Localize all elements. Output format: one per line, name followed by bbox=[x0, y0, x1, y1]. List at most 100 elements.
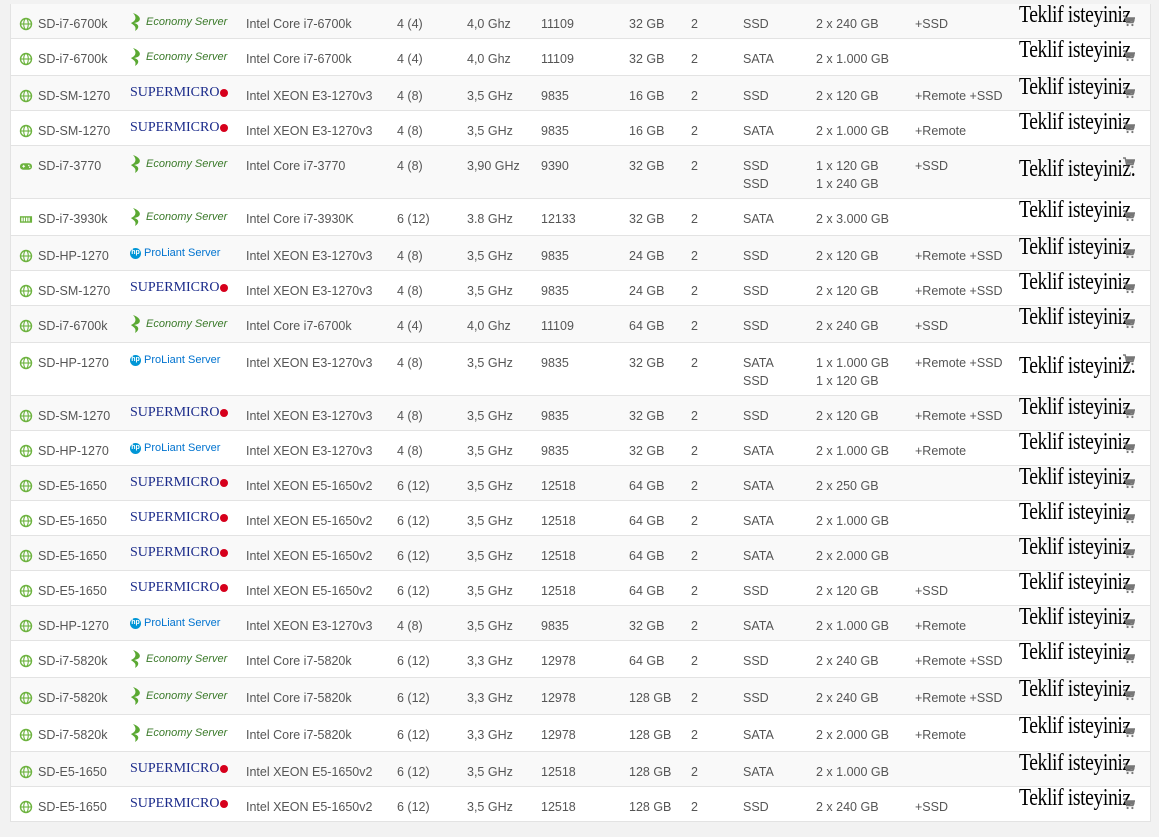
brand-cell: Economy Server bbox=[130, 649, 227, 669]
request-quote-link[interactable]: Teklif isteyiniz. bbox=[1019, 465, 1136, 489]
request-quote-link[interactable]: Teklif isteyiniz. bbox=[1019, 305, 1136, 329]
request-quote-link[interactable]: Teklif isteyiniz. bbox=[1019, 110, 1136, 134]
request-quote-link[interactable]: Teklif isteyiniz. bbox=[1019, 714, 1136, 738]
cpu-score: 11109 bbox=[541, 52, 574, 66]
cart-icon[interactable] bbox=[1123, 511, 1136, 524]
server-row: SD-SM-1270 SUPERMICRO Intel XEON E3-1270v3… bbox=[11, 395, 1150, 431]
brand-label: ProLiant Server bbox=[144, 354, 221, 366]
cpu-frequency: 3,5 GHz bbox=[467, 249, 513, 263]
globe-icon bbox=[19, 654, 33, 668]
disk-type: SATA bbox=[743, 765, 774, 779]
brand-label: SUPERMICRO bbox=[130, 545, 220, 560]
disk-type-cell: SSD bbox=[743, 652, 769, 670]
supermicro-dot-icon bbox=[220, 549, 229, 557]
ip-count: 2 bbox=[691, 728, 698, 742]
server-name: SD-E5-1650 bbox=[38, 479, 107, 493]
request-quote-link[interactable]: Teklif isteyiniz. bbox=[1019, 786, 1136, 810]
request-quote-link[interactable]: Teklif isteyiniz. bbox=[1019, 3, 1136, 27]
cart-icon[interactable] bbox=[1123, 476, 1136, 489]
request-quote-link[interactable]: Teklif isteyiniz. bbox=[1019, 535, 1136, 559]
ram-size: 128 GB bbox=[629, 800, 672, 814]
cart-icon[interactable] bbox=[1123, 316, 1136, 329]
disk-capacity-cell: 2 x 240 GB bbox=[816, 798, 879, 816]
supermicro-logo: SUPERMICRO bbox=[130, 579, 229, 597]
cart-icon[interactable] bbox=[1123, 156, 1136, 169]
server-name-cell: SD-i7-5820k bbox=[19, 689, 107, 707]
cart-icon[interactable] bbox=[1123, 49, 1136, 62]
cart-icon[interactable] bbox=[1123, 651, 1136, 664]
extras: +Remote +SSD bbox=[915, 284, 1003, 298]
request-quote-link[interactable]: Teklif isteyiniz. bbox=[1019, 235, 1136, 259]
cart-icon[interactable] bbox=[1123, 86, 1136, 99]
request-quote-link[interactable]: Teklif isteyiniz. bbox=[1019, 38, 1136, 62]
request-quote-link[interactable]: Teklif isteyiniz. bbox=[1019, 677, 1136, 701]
request-quote-link[interactable]: Teklif isteyiniz. bbox=[1019, 354, 1136, 378]
disk-capacity: 2 x 120 GB bbox=[816, 89, 879, 103]
brand-label: Economy Server bbox=[146, 211, 228, 223]
cpu-frequency: 3,5 GHz bbox=[467, 619, 513, 633]
cpu-score: 12978 bbox=[541, 691, 576, 705]
cart-icon[interactable] bbox=[1123, 725, 1136, 738]
cart-icon[interactable] bbox=[1123, 797, 1136, 810]
cart-icon[interactable] bbox=[1123, 406, 1136, 419]
ram-size: 32 GB bbox=[629, 212, 665, 226]
ram-size: 32 GB bbox=[629, 409, 665, 423]
cpu-frequency: 3,5 GHz bbox=[467, 409, 513, 423]
cart-icon[interactable] bbox=[1123, 581, 1136, 594]
request-quote-link[interactable]: Teklif isteyiniz. bbox=[1019, 570, 1136, 594]
cart-icon[interactable] bbox=[1123, 762, 1136, 775]
cart-icon[interactable] bbox=[1123, 121, 1136, 134]
brand-cell: SUPERMICRO bbox=[130, 279, 229, 297]
disk-type-cell: SATA bbox=[743, 477, 774, 495]
disk-type-cell: SATA bbox=[743, 512, 774, 530]
request-quote-link[interactable]: Teklif isteyiniz. bbox=[1019, 751, 1136, 775]
extras: +Remote bbox=[915, 728, 967, 742]
request-quote-link[interactable]: Teklif isteyiniz. bbox=[1019, 640, 1136, 664]
request-quote-link[interactable]: Teklif isteyiniz. bbox=[1019, 395, 1136, 419]
request-quote-link[interactable]: Teklif isteyiniz. bbox=[1019, 430, 1136, 454]
cpu-frequency: 3,5 GHz bbox=[467, 765, 513, 779]
globe-icon bbox=[19, 691, 33, 705]
disk-capacity: 2 x 1.000 GB bbox=[816, 514, 889, 528]
hp-proliant-logo: hp ProLiant Server bbox=[130, 351, 220, 369]
disk-type-cell: SATA SSD bbox=[743, 354, 774, 390]
server-row: SD-HP-1270 hp ProLiant Server Intel XEON E3… bbox=[11, 605, 1150, 641]
ip-count: 2 bbox=[691, 584, 698, 598]
cpu-cores: 6 (12) bbox=[397, 479, 430, 493]
server-name: SD-i7-5820k bbox=[38, 654, 108, 668]
cart-icon[interactable] bbox=[1123, 546, 1136, 559]
cpu-cores: 6 (12) bbox=[397, 212, 430, 226]
cpu-score: 12978 bbox=[541, 654, 576, 668]
cart-icon[interactable] bbox=[1123, 14, 1136, 27]
cart-icon[interactable] bbox=[1123, 441, 1136, 454]
disk-capacity: 2 x 1.000 GB bbox=[816, 444, 889, 458]
cpu-score: 12518 bbox=[541, 514, 576, 528]
cpu-score: 12518 bbox=[541, 800, 576, 814]
disk-type: SATA bbox=[743, 549, 774, 563]
server-name: SD-i7-6700k bbox=[38, 17, 108, 31]
cart-icon[interactable] bbox=[1123, 353, 1136, 366]
disk-type: SATA bbox=[743, 124, 774, 138]
request-quote-link[interactable]: Teklif isteyiniz. bbox=[1019, 198, 1136, 222]
request-quote-link[interactable]: Teklif isteyiniz. bbox=[1019, 605, 1136, 629]
cart-icon[interactable] bbox=[1123, 616, 1136, 629]
request-quote-link[interactable]: Teklif isteyiniz. bbox=[1019, 500, 1136, 524]
disk-type: SATA bbox=[743, 212, 774, 226]
brand-label: Economy Server bbox=[146, 158, 228, 170]
request-quote-link[interactable]: Teklif isteyiniz. bbox=[1019, 270, 1136, 294]
disk-type-cell: SATA bbox=[743, 547, 774, 565]
cart-icon[interactable] bbox=[1123, 281, 1136, 294]
disk-type: SSD bbox=[743, 654, 769, 668]
brand-label: SUPERMICRO bbox=[130, 85, 220, 100]
supermicro-dot-icon bbox=[220, 514, 229, 522]
cart-icon[interactable] bbox=[1123, 246, 1136, 259]
server-name-cell: SD-E5-1650 bbox=[19, 582, 107, 600]
disk-capacity: 2 x 240 GB bbox=[816, 691, 879, 705]
cart-icon[interactable] bbox=[1123, 209, 1136, 222]
cart-icon[interactable] bbox=[1123, 688, 1136, 701]
cpu-score: 9835 bbox=[541, 356, 569, 370]
extras: +Remote +SSD bbox=[915, 249, 1003, 263]
request-quote-link[interactable]: Teklif isteyiniz. bbox=[1019, 157, 1136, 181]
request-quote-link[interactable]: Teklif isteyiniz. bbox=[1019, 75, 1136, 99]
cpu-frequency: 3,5 GHz bbox=[467, 514, 513, 528]
